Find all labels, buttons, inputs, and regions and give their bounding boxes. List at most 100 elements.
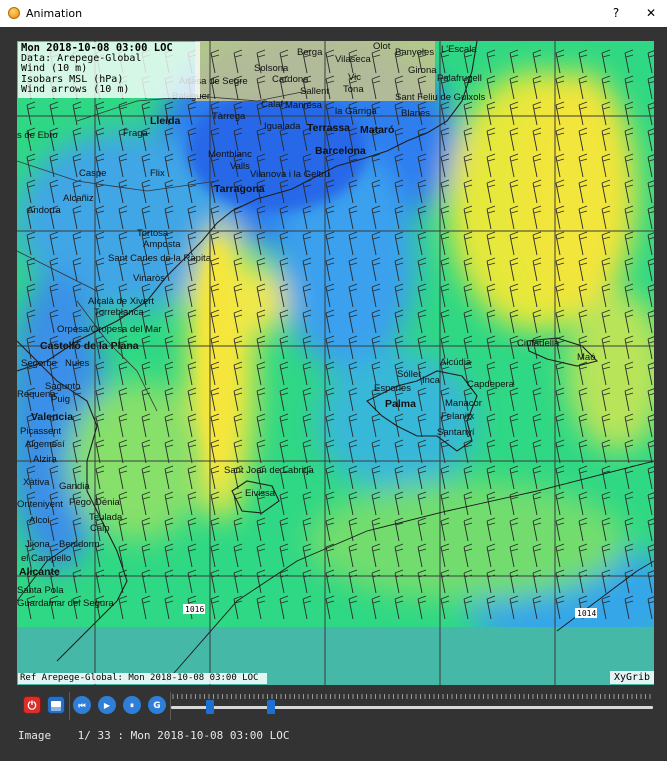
map-legend: Mon 2018-10-08 03:00 LOC Data: Arepege-G… xyxy=(18,42,200,98)
place-label: Olot xyxy=(373,41,391,52)
place-label: Cardona xyxy=(272,74,309,85)
place-label: Inca xyxy=(422,375,440,386)
animation-toolbar: ⏻ ⏮ ▶ ⏸ G xyxy=(17,690,657,722)
place-label: Capdepera xyxy=(467,379,515,390)
frame-slider-handle[interactable] xyxy=(267,700,275,714)
toolbar-separator xyxy=(69,692,70,720)
place-label: Esporles xyxy=(374,383,411,394)
place-label: Eivissa xyxy=(245,488,276,499)
place-label: Felanitx xyxy=(441,411,475,422)
place-label: Valls xyxy=(230,161,250,172)
isobar-value: 1014 xyxy=(575,608,597,618)
place-label: Banyoles xyxy=(395,47,435,58)
place-label: Vinaròs xyxy=(133,273,166,284)
window-title: Animation xyxy=(26,7,83,20)
place-label: Alcoi xyxy=(29,515,50,526)
pause-icon: ⏸ xyxy=(130,701,134,710)
place-label: Ciutadella xyxy=(517,338,560,349)
place-label: Castelló de la Plana xyxy=(40,340,139,352)
place-label: Flix xyxy=(150,168,165,179)
place-label: Dénia xyxy=(95,497,120,508)
place-label: Onteniyent xyxy=(17,499,63,510)
place-label: Alzira xyxy=(33,454,57,465)
place-label: Terrassa xyxy=(307,122,351,134)
isobar-value: 1016 xyxy=(183,604,205,614)
place-label: L'Escala xyxy=(441,44,477,55)
place-label: Lleida xyxy=(150,115,181,127)
place-label: Barcelona xyxy=(315,145,366,157)
wind-speed-field xyxy=(17,41,654,685)
rewind-button[interactable]: ⏮ xyxy=(73,696,91,714)
pause-button[interactable]: ⏸ xyxy=(123,696,141,714)
place-label: Vic xyxy=(348,72,362,83)
place-label: Vilanova i la Geltrú xyxy=(250,169,330,180)
close-button[interactable]: ✕ xyxy=(636,3,666,23)
place-label: Sallent xyxy=(300,86,330,97)
place-label: Torreblanca xyxy=(94,307,144,318)
place-label: Mataró xyxy=(360,124,395,136)
place-label: Santa Pola xyxy=(17,585,64,596)
place-label: Jijona xyxy=(25,539,50,550)
title-bar: Animation ? ✕ xyxy=(0,0,667,27)
place-label: Requena xyxy=(17,389,56,400)
speed-slider-handle[interactable] xyxy=(206,700,214,714)
place-label: Alicante xyxy=(19,566,60,578)
place-label: Manresa xyxy=(285,100,322,111)
place-label: Calp xyxy=(90,523,110,534)
power-icon: ⏻ xyxy=(27,699,37,712)
place-label: Tona xyxy=(343,84,364,95)
place-label: Alcañiz xyxy=(63,193,94,204)
legend-date: Mon 2018-10-08 03:00 LOC xyxy=(21,42,173,54)
place-label: Sant Feliu de Guixols xyxy=(395,92,486,103)
place-label: Xàtiva xyxy=(23,477,50,488)
place-label: Maó xyxy=(577,352,596,363)
place-label: Fraga xyxy=(123,128,148,139)
place-label: Palafrugell xyxy=(437,73,482,84)
place-label: Manacor xyxy=(445,398,482,409)
place-label: Caspe xyxy=(79,168,107,179)
brand-label: XyGrib xyxy=(610,671,654,684)
frame-status: Image 1/ 33 : Mon 2018-10-08 03:00 LOC xyxy=(18,729,290,742)
place-label: Vilaseca xyxy=(335,54,371,65)
svg-text:1014: 1014 xyxy=(577,609,596,618)
place-label: Gandia xyxy=(59,481,90,492)
place-label: Guardamar del Segura xyxy=(17,598,114,609)
slider-ticks xyxy=(172,694,651,699)
save-button[interactable] xyxy=(47,696,65,714)
app-icon xyxy=(8,7,20,19)
place-label: Girona xyxy=(408,65,437,76)
place-label: Calaf xyxy=(261,99,284,110)
map-canvas: 1016 1014 xyxy=(17,41,654,685)
animation-sliders xyxy=(171,694,653,714)
place-label: Blanes xyxy=(401,108,431,119)
play-button[interactable]: ▶ xyxy=(98,696,116,714)
loop-button[interactable]: G xyxy=(148,696,166,714)
frame-slider-track[interactable] xyxy=(171,706,653,709)
rewind-icon: ⏮ xyxy=(78,701,86,710)
weather-map[interactable]: 1016 1014 Berga Olot Banyoles L'Escala Vilase… xyxy=(17,41,654,685)
power-button[interactable]: ⏻ xyxy=(23,696,41,714)
legend-wind: Wind (10 m) xyxy=(21,63,88,74)
place-label: Teulada xyxy=(89,512,123,523)
place-label: Igualada xyxy=(264,121,301,132)
place-label: Tarragona xyxy=(214,183,265,195)
place-label: la Garriga xyxy=(335,106,377,117)
save-icon xyxy=(51,701,61,711)
play-icon: ▶ xyxy=(103,701,111,710)
place-label: Montblanc xyxy=(208,149,252,160)
place-label: Picassent xyxy=(20,426,62,437)
place-label: Sant Carles de la Ràpita xyxy=(108,253,211,264)
place-label: s de Ebro xyxy=(17,130,58,141)
place-label: Berga xyxy=(297,47,323,58)
place-label: Tàrrega xyxy=(212,111,246,122)
place-label: Amposta xyxy=(143,239,181,250)
place-label: Sóller xyxy=(397,369,422,380)
place-label: Sant Joan de Labritja xyxy=(224,465,314,476)
place-label: Andorra xyxy=(27,205,61,216)
place-label: Valencia xyxy=(31,411,74,423)
place-label: Orpesa/Oropesa del Mar xyxy=(57,324,162,335)
place-label: Nules xyxy=(65,358,90,369)
place-label: Segorbe xyxy=(21,358,57,369)
help-button[interactable]: ? xyxy=(601,3,631,23)
place-label: Tortosa xyxy=(137,228,169,239)
